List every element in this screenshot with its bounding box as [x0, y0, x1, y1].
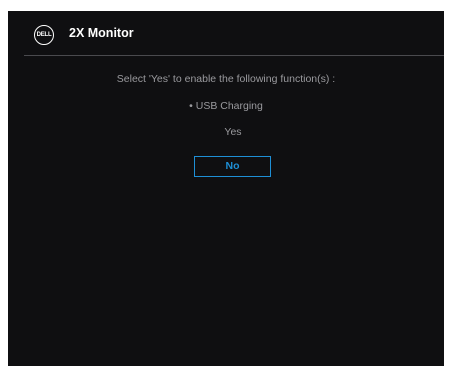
- osd-panel: DELL 2X Monitor Select 'Yes' to enable t…: [8, 11, 444, 366]
- yes-option[interactable]: Yes: [193, 124, 273, 140]
- header-divider: [24, 55, 444, 56]
- prompt-message: Select 'Yes' to enable the following fun…: [116, 73, 336, 85]
- no-option[interactable]: No: [194, 156, 271, 177]
- osd-title: 2X Monitor: [69, 26, 134, 40]
- function-item-usb-charging: • USB Charging: [189, 100, 263, 112]
- dell-logo-icon: DELL: [34, 25, 54, 45]
- osd-header: DELL 2X Monitor: [8, 11, 444, 55]
- logo-text: DELL: [36, 32, 52, 38]
